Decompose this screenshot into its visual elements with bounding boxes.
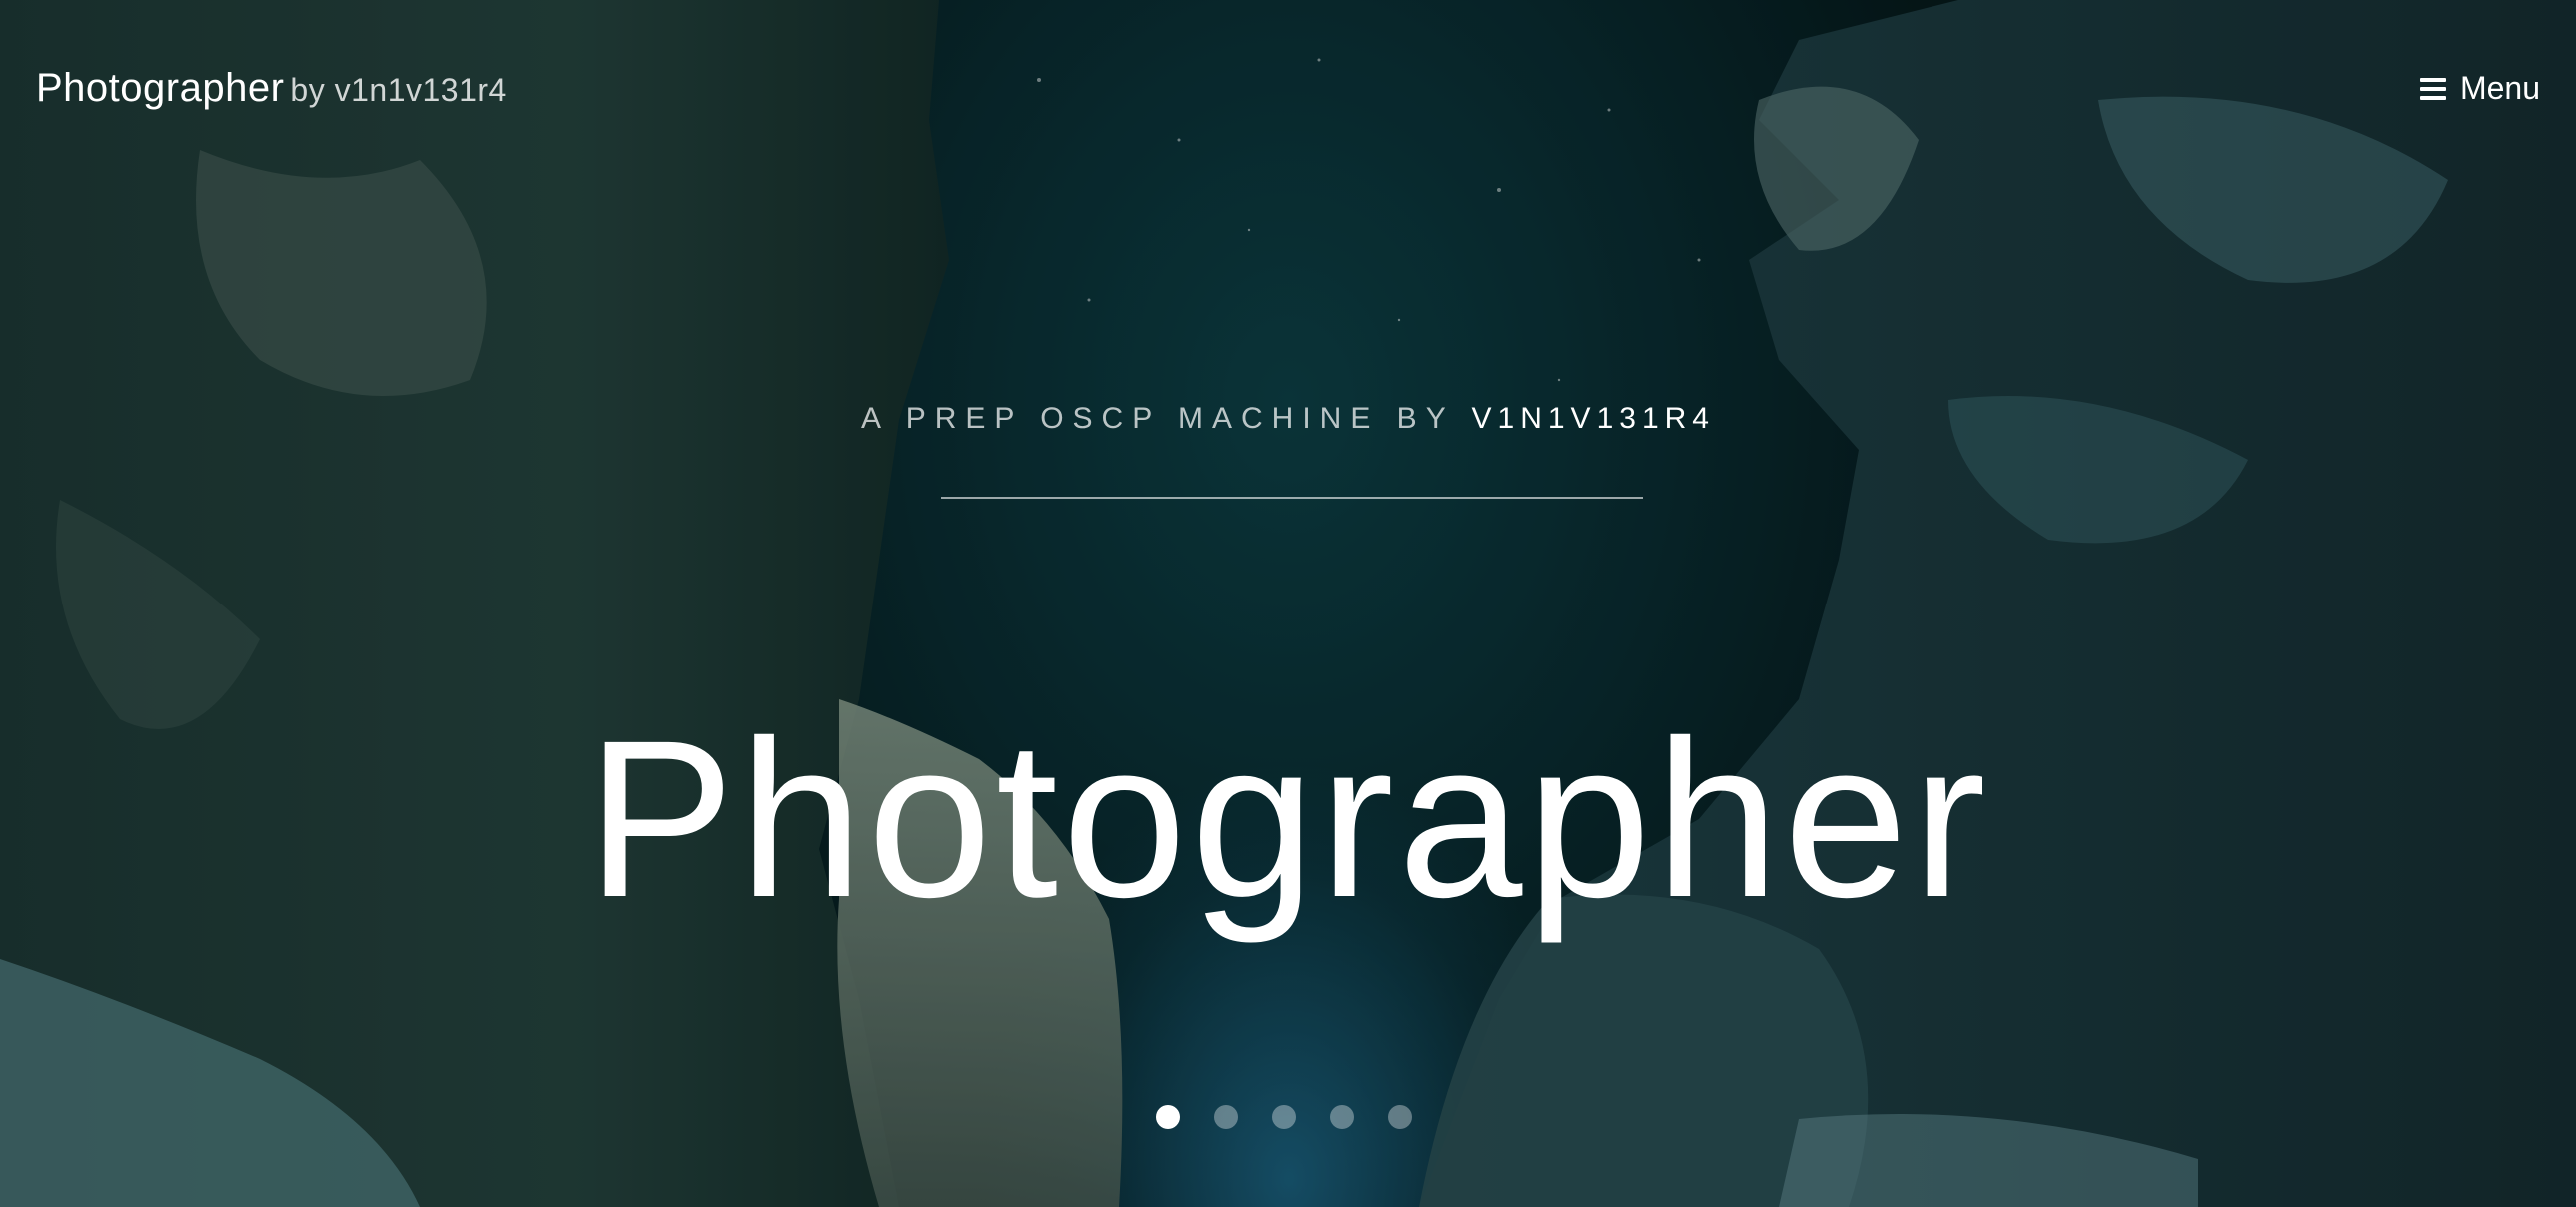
slide-dot-3[interactable]: [1272, 1105, 1296, 1129]
background-overlay: [0, 0, 2576, 1207]
slide-dot-1[interactable]: [1156, 1105, 1180, 1129]
brand-byline: by v1n1v131r4: [290, 72, 507, 108]
site-brand[interactable]: Photographer by v1n1v131r4: [36, 66, 507, 111]
tagline-author: V1N1V131R4: [1471, 402, 1715, 435]
brand-title[interactable]: Photographer: [36, 66, 284, 110]
tagline-divider: [941, 497, 1643, 499]
menu-label[interactable]: Menu: [2460, 70, 2540, 107]
slide-dot-5[interactable]: [1388, 1105, 1412, 1129]
tagline-prefix: A PREP OSCP MACHINE BY: [861, 402, 1455, 435]
hamburger-icon[interactable]: [2419, 77, 2446, 100]
slide-dot-2[interactable]: [1214, 1105, 1238, 1129]
slide-dot-4[interactable]: [1330, 1105, 1354, 1129]
hero-tagline: A PREP OSCP MACHINE BY V1N1V131R4: [0, 402, 2576, 436]
menu-button[interactable]: Menu: [2419, 70, 2540, 107]
hero-section: Photographer by v1n1v131r4 Menu A PREP OS…: [0, 0, 2576, 1207]
hero-title: Photographer: [586, 694, 1990, 945]
slider-pagination: [0, 1105, 2572, 1129]
